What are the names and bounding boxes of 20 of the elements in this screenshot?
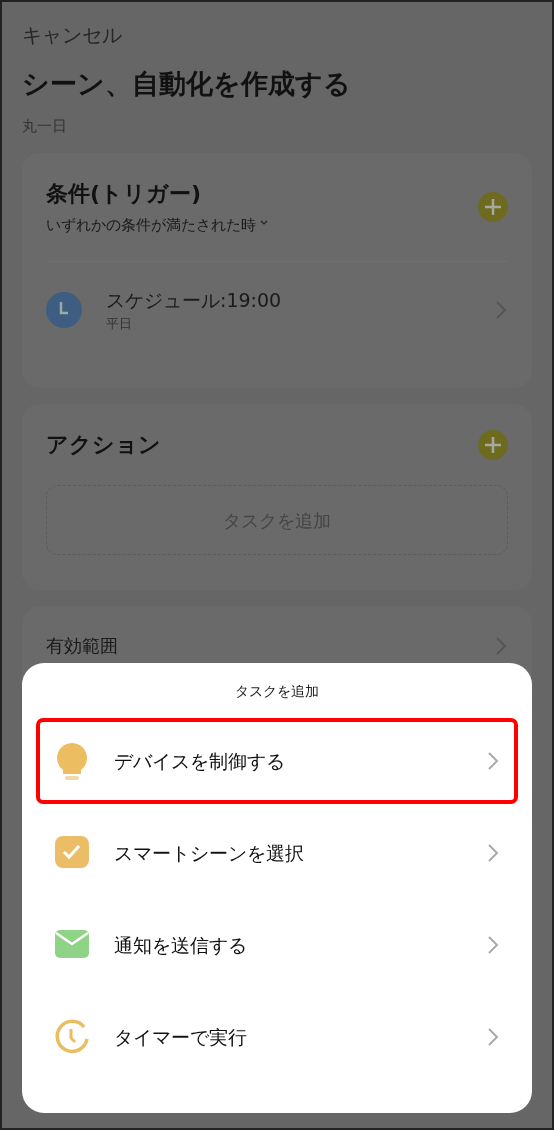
page-title: シーン、自動化を作成する — [22, 67, 352, 101]
task-option[interactable]: 通知を送信する — [36, 902, 518, 988]
caret-icon — [260, 220, 268, 227]
chevron-icon — [486, 934, 500, 956]
condition-mode-dropdown[interactable]: いずれかの条件が満たされた時 — [46, 214, 256, 237]
cancel-button[interactable]: キャンセル — [22, 20, 122, 50]
task-option[interactable]: タイマーで実行 — [36, 994, 518, 1080]
chevron-icon — [486, 1026, 500, 1048]
add-icon — [478, 429, 508, 460]
clock-icon — [46, 291, 82, 328]
bulb-icon — [54, 741, 90, 781]
task-option[interactable]: スマートシーンを選択 — [36, 810, 518, 896]
section-title: 条件(トリガー) — [46, 180, 203, 208]
chevron-icon — [486, 842, 500, 864]
scope-label[interactable]: 有効範囲 — [46, 632, 118, 659]
add-icon — [478, 191, 508, 222]
task-option[interactable]: デバイスを制御する — [36, 718, 518, 804]
section-title: アクション — [46, 431, 161, 459]
chevron-icon — [486, 750, 500, 772]
sheet-title: タスクを追加 — [234, 682, 320, 701]
